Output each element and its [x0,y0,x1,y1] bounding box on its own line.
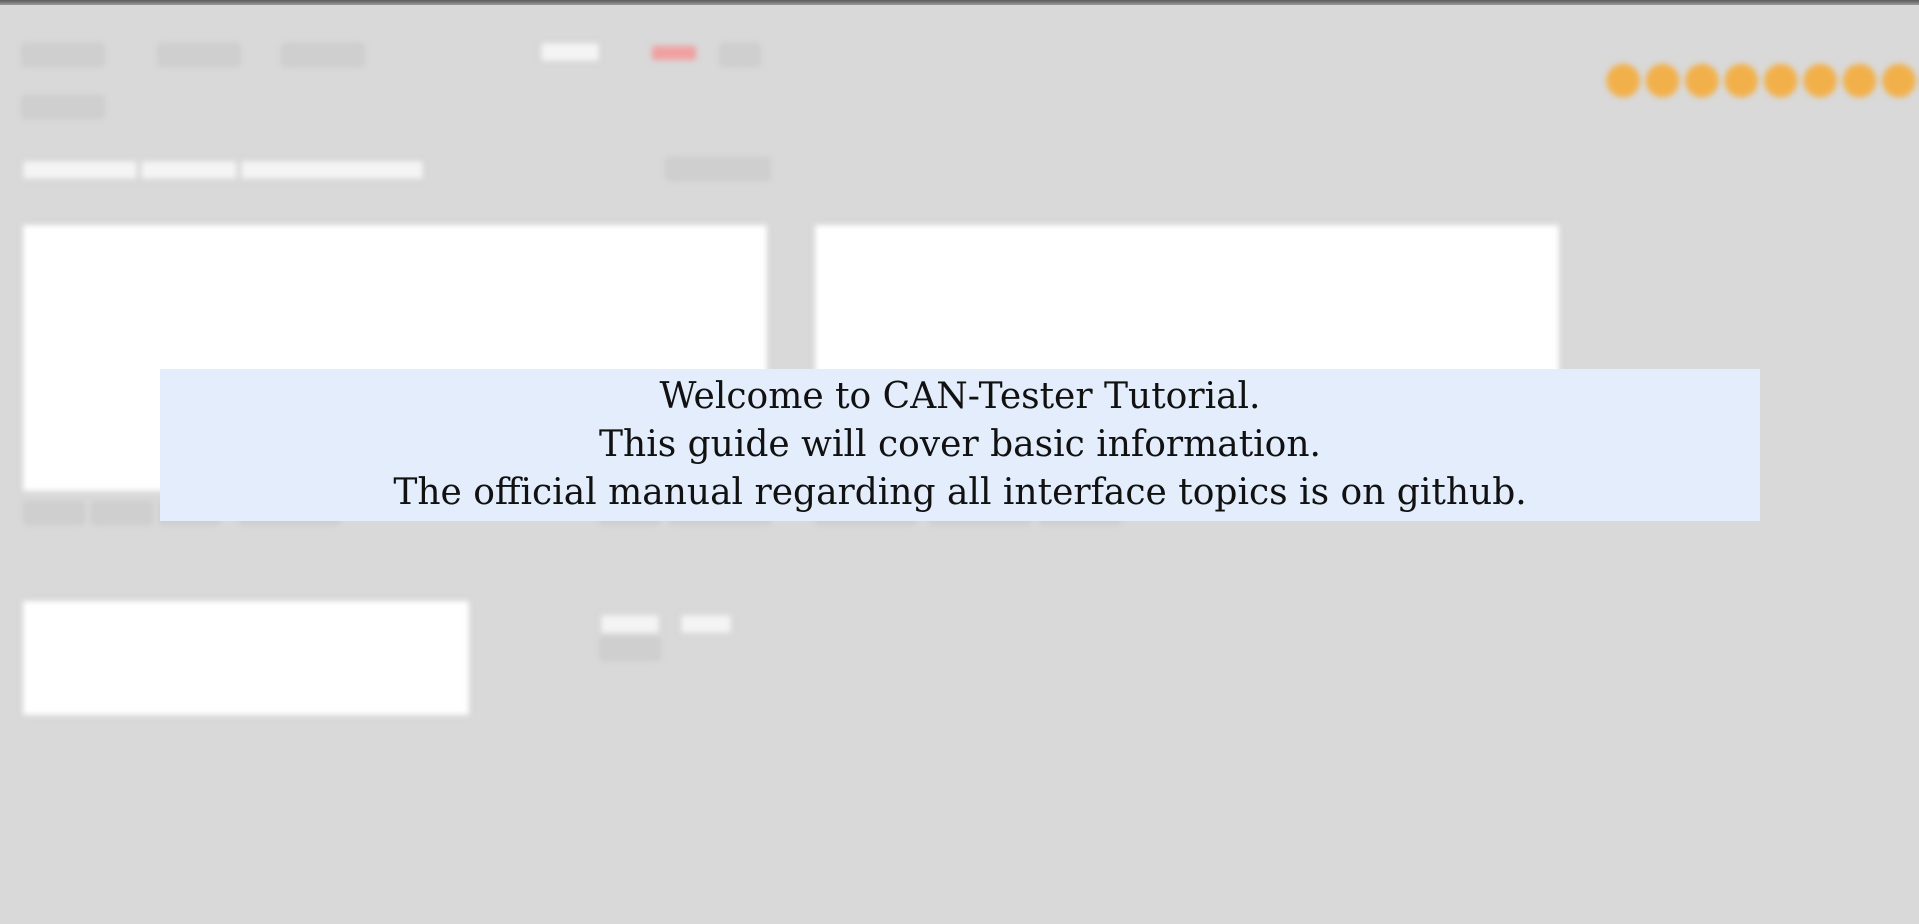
id-field[interactable] [22,160,138,180]
lower-button[interactable] [600,638,660,660]
tutorial-banner: Welcome to CAN-Tester Tutorial. This gui… [160,369,1760,521]
tutorial-line-2: This guide will cover basic information. [599,424,1321,465]
tutorial-line-3: The official manual regarding all interf… [393,472,1527,513]
add-button[interactable] [666,158,770,180]
data-field[interactable] [240,160,424,180]
small-field[interactable] [540,42,600,62]
brand-logo: ●●●●●●●●● [1604,52,1919,103]
lower-field-1[interactable] [600,614,660,634]
combo-1[interactable] [22,44,104,66]
combo-3[interactable] [282,44,364,66]
status-indicator [652,46,696,60]
info-box[interactable] [22,600,470,716]
combo-4[interactable] [22,96,104,118]
dlc-field[interactable] [140,160,238,180]
list-button-2[interactable] [92,502,152,524]
tutorial-line-1: Welcome to CAN-Tester Tutorial. [659,376,1261,417]
combo-2[interactable] [158,44,240,66]
small-button[interactable] [720,44,760,66]
lower-field-2[interactable] [680,614,732,634]
list-button-1[interactable] [24,502,84,524]
